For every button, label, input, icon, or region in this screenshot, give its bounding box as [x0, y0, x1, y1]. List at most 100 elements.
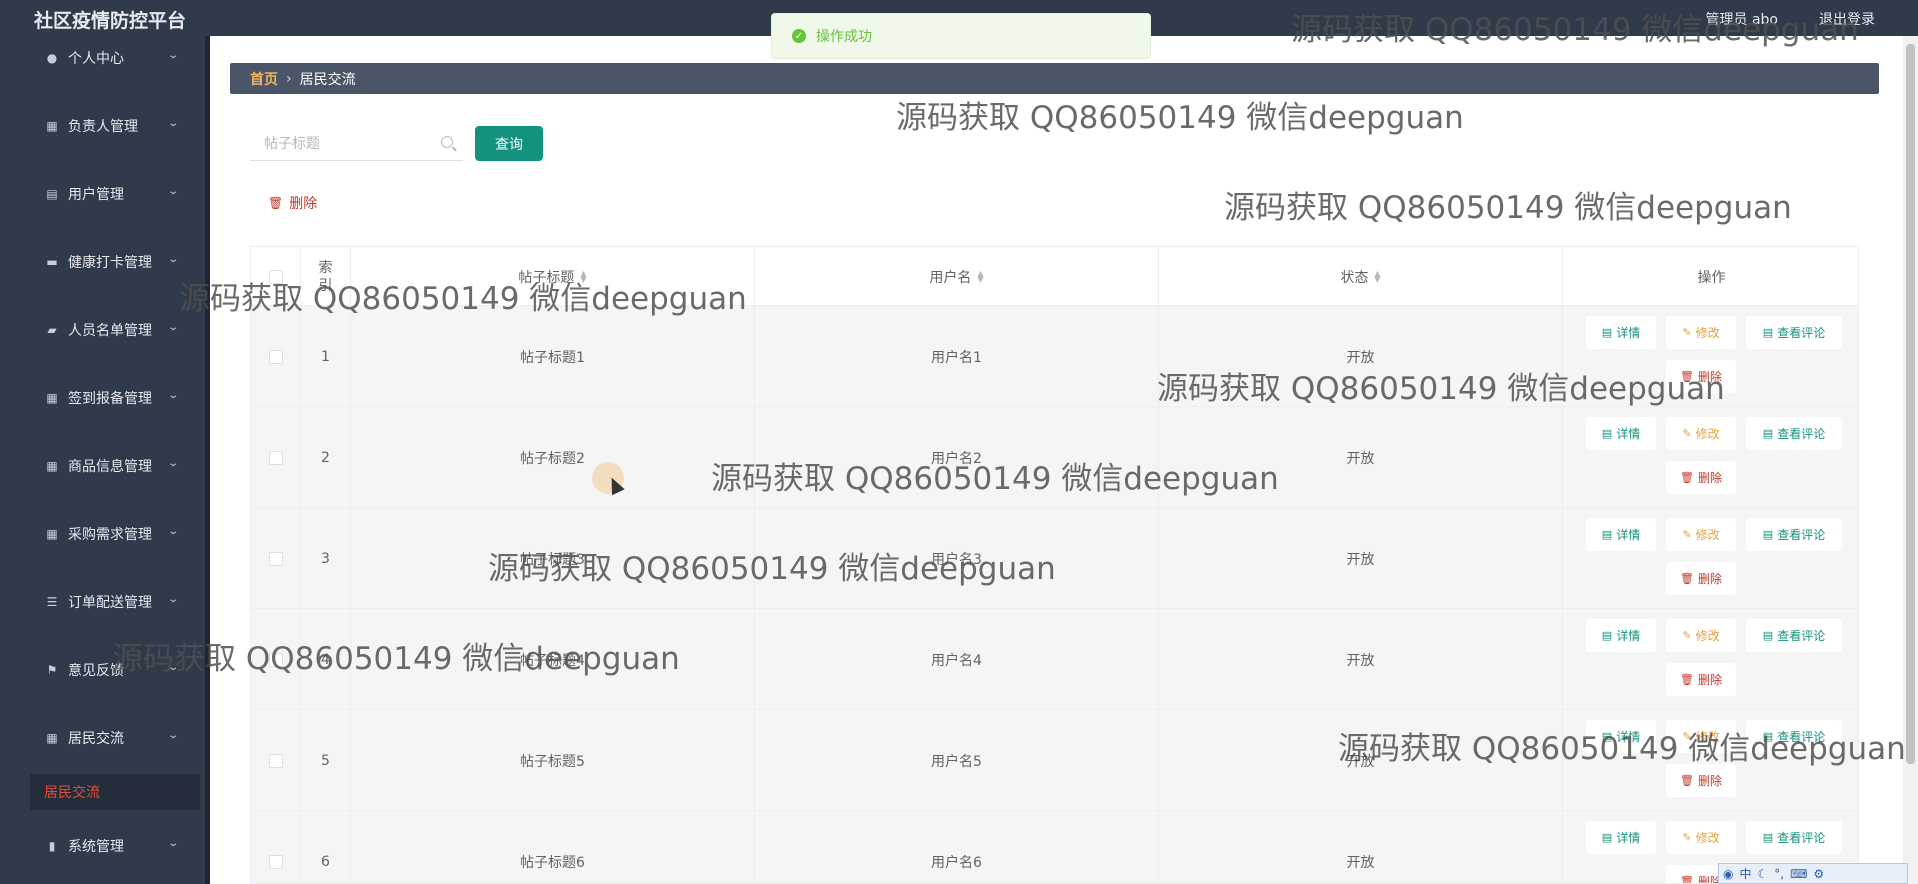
moon-icon: ☾ [1757, 866, 1769, 881]
view-comments-button[interactable]: ▤ 查看评论 [1746, 518, 1842, 551]
detail-button[interactable]: ▤ 详情 [1586, 417, 1656, 450]
document-icon: ▤ [1601, 326, 1613, 339]
actions-cell: ▤ 详情 ✎ 修改 ▤ 查看评论 🗑 删除 [1563, 710, 1858, 811]
column-header-title[interactable]: 帖子标题 ▲ ▼ [351, 247, 755, 306]
view-comments-button[interactable]: ▤ 查看评论 [1746, 316, 1842, 349]
sidebar-item-resident-exchange[interactable]: ▦ 居民交流 ⌄ [0, 718, 205, 758]
comment-label: 查看评论 [1777, 528, 1826, 542]
select-cell [251, 609, 301, 710]
actions-cell: ▤ 详情 ✎ 修改 ▤ 查看评论 🗑 删除 [1563, 306, 1858, 407]
edit-button[interactable]: ✎ 修改 [1666, 316, 1736, 349]
edit-label: 修改 [1695, 629, 1720, 643]
detail-button[interactable]: ▤ 详情 [1586, 316, 1656, 349]
document-icon: ▤ [1762, 831, 1774, 844]
row-checkbox[interactable] [268, 854, 283, 869]
select-all-cell [251, 247, 301, 306]
sidebar-item-label: 意见反馈 [68, 663, 124, 679]
document-icon: ▤ [1601, 831, 1613, 844]
ime-toolbar[interactable]: ◉ 中 ☾ °, ⌨ ⚙ [1718, 863, 1908, 884]
select-cell [251, 508, 301, 609]
sidebar-item-label: 居民交流 [68, 731, 124, 747]
punctuation-icon: °, [1774, 866, 1785, 881]
sidebar-item-products[interactable]: ▦ 商品信息管理 ⌄ [0, 446, 205, 486]
sidebar-item-managers[interactable]: ▦ 负责人管理 ⌄ [0, 106, 205, 146]
edit-icon: ✎ [1682, 730, 1692, 743]
comment-label: 查看评论 [1777, 427, 1826, 441]
edit-button[interactable]: ✎ 修改 [1666, 417, 1736, 450]
row-checkbox[interactable] [268, 652, 283, 667]
row-checkbox[interactable] [268, 551, 283, 566]
logout-button[interactable]: 退出登录 [1819, 9, 1875, 29]
chevron-down-icon: ⌄ [166, 838, 179, 849]
sidebar-item-personnel-list[interactable]: ▰ 人员名单管理 ⌄ [0, 310, 205, 350]
sidebar-item-order-delivery[interactable]: ☰ 订单配送管理 ⌄ [0, 582, 205, 622]
delete-row-button[interactable]: 🗑 删除 [1666, 360, 1736, 393]
view-comments-button[interactable]: ▤ 查看评论 [1746, 619, 1842, 652]
breadcrumb-home[interactable]: 首页 [250, 69, 278, 89]
actions-cell: ▤ 详情 ✎ 修改 ▤ 查看评论 🗑 删除 [1563, 407, 1858, 508]
column-header-status[interactable]: 状态 ▲ ▼ [1159, 247, 1563, 306]
detail-button[interactable]: ▤ 详情 [1586, 518, 1656, 551]
comment-label: 查看评论 [1777, 326, 1826, 340]
row-checkbox[interactable] [268, 753, 283, 768]
view-comments-button[interactable]: ▤ 查看评论 [1746, 720, 1842, 753]
chat-icon: ▰ [47, 323, 57, 337]
search-input[interactable] [264, 135, 434, 152]
sidebar-item-purchase-requests[interactable]: ▦ 采购需求管理 ⌄ [0, 514, 205, 554]
detail-button[interactable]: ▤ 详情 [1586, 821, 1656, 854]
edit-button[interactable]: ✎ 修改 [1666, 821, 1736, 854]
chevron-down-icon: ⌄ [166, 254, 179, 265]
delete-row-button[interactable]: 🗑 删除 [1666, 461, 1736, 494]
chevron-down-icon: ⌄ [166, 730, 179, 741]
edit-label: 修改 [1695, 831, 1720, 845]
sidebar-item-signin-report[interactable]: ▦ 签到报备管理 ⌄ [0, 378, 205, 418]
sidebar-item-feedback[interactable]: ⚑ 意见反馈 ⌄ [0, 650, 205, 690]
sidebar-item-personal-center[interactable]: ● 个人中心 ⌄ [0, 38, 205, 78]
edit-icon: ✎ [1682, 427, 1692, 440]
comment-label: 查看评论 [1777, 831, 1826, 845]
edit-button[interactable]: ✎ 修改 [1666, 720, 1736, 753]
edit-icon: ✎ [1682, 629, 1692, 642]
user-cell: 用户名4 [755, 609, 1159, 710]
sidebar-item-health-checkin[interactable]: ▬ 健康打卡管理 ⌄ [0, 242, 205, 282]
edit-label: 修改 [1695, 528, 1720, 542]
title-cell: 帖子标题6 [351, 811, 755, 883]
sidebar-item-users[interactable]: ▤ 用户管理 ⌄ [0, 174, 205, 214]
column-header-actions: 操作 [1697, 269, 1726, 286]
trash-icon: 🗑 [1680, 471, 1694, 484]
sidebar-item-system[interactable]: ▮ 系统管理 ⌄ [0, 826, 205, 866]
ime-mode[interactable]: 中 [1739, 865, 1751, 882]
sidebar-item-label: 订单配送管理 [68, 595, 152, 611]
scrollbar-thumb[interactable] [1906, 44, 1915, 764]
batch-delete-button[interactable]: 🗑 删除 [268, 193, 317, 213]
sidebar-subitem-resident-exchange[interactable]: 居民交流 [30, 774, 200, 810]
sidebar-item-label: 签到报备管理 [68, 391, 152, 407]
table-header: 索引 帖子标题 ▲ ▼ 用户名 ▲ ▼ 状态 ▲ ▼ 操作 [251, 247, 1858, 306]
page-scrollbar[interactable] [1903, 36, 1918, 884]
edit-button[interactable]: ✎ 修改 [1666, 619, 1736, 652]
detail-button[interactable]: ▤ 详情 [1586, 720, 1656, 753]
delete-row-button[interactable]: 🗑 删除 [1666, 562, 1736, 595]
column-header-index: 索引 [301, 247, 351, 306]
user-cell: 用户名2 [755, 407, 1159, 508]
query-button[interactable]: 查询 [475, 126, 543, 161]
view-comments-button[interactable]: ▤ 查看评论 [1746, 417, 1842, 450]
edit-icon: ✎ [1682, 326, 1692, 339]
row-checkbox[interactable] [268, 349, 283, 364]
chevron-down-icon: ⌄ [166, 390, 179, 401]
view-comments-button[interactable]: ▤ 查看评论 [1746, 821, 1842, 854]
row-checkbox[interactable] [268, 450, 283, 465]
detail-button[interactable]: ▤ 详情 [1586, 619, 1656, 652]
document-icon: ▤ [1762, 730, 1774, 743]
sidebar-item-label: 用户管理 [68, 187, 124, 203]
select-all-checkbox[interactable] [268, 269, 283, 284]
document-icon: ▤ [1601, 730, 1613, 743]
table-row: 4 帖子标题4 用户名4 开放 ▤ 详情 ✎ 修改 ▤ 查看评论 🗑 删除 [251, 609, 1858, 710]
delete-row-button[interactable]: 🗑 删除 [1666, 663, 1736, 696]
column-header-label: 状态 [1340, 269, 1369, 286]
edit-button[interactable]: ✎ 修改 [1666, 518, 1736, 551]
delete-row-button[interactable]: 🗑 删除 [1666, 764, 1736, 797]
column-header-user[interactable]: 用户名 ▲ ▼ [755, 247, 1159, 306]
search-field[interactable] [250, 127, 463, 161]
title-cell: 帖子标题1 [351, 306, 755, 407]
